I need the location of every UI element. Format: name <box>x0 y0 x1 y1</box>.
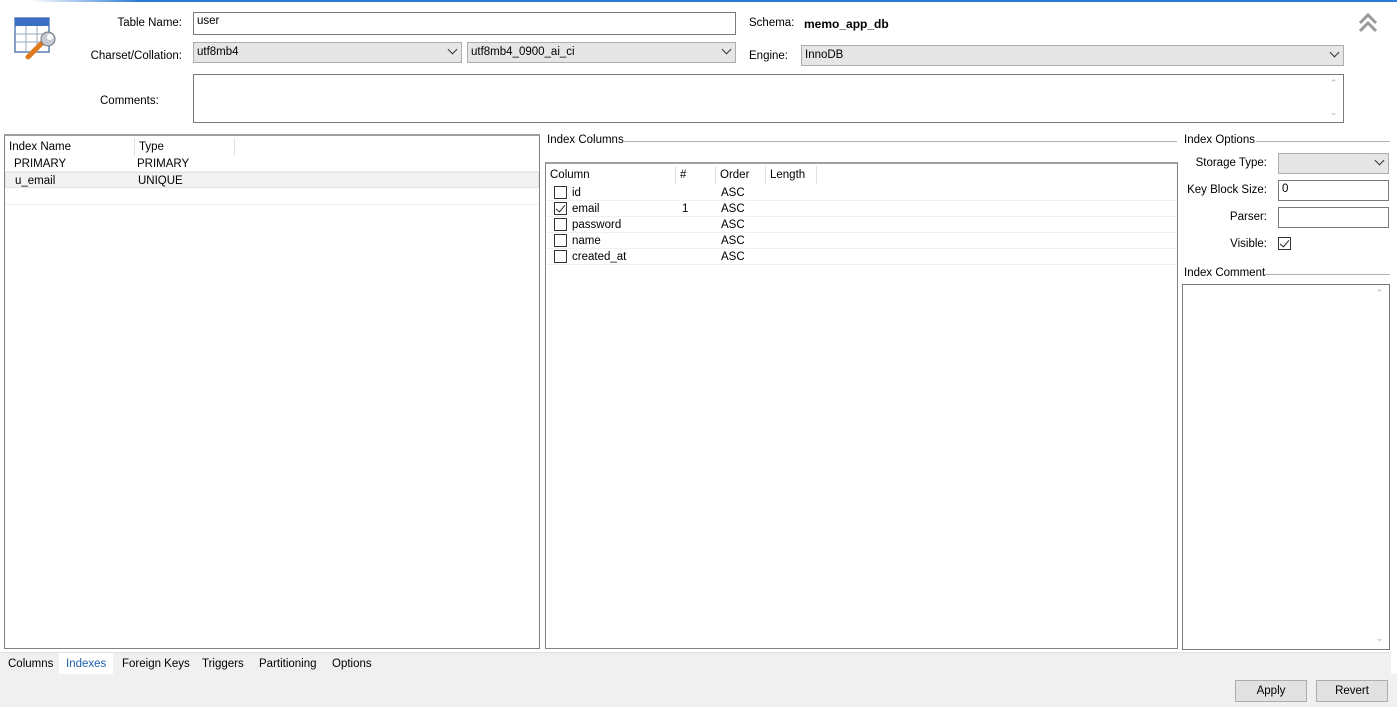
index-type-cell: UNIQUE <box>138 175 183 187</box>
tab-columns[interactable]: Columns <box>1 653 60 675</box>
charset-select[interactable]: utf8mb4 <box>193 42 462 63</box>
index-list-panel: Index Name Type PRIMARY PRIMARY u_email … <box>4 134 540 649</box>
visible-label: Visible: <box>1230 238 1267 250</box>
index-options-title: Index Options <box>1184 134 1259 146</box>
top-accent-line <box>0 0 1397 2</box>
bottom-bar <box>0 674 1397 707</box>
group-divider <box>1256 141 1390 142</box>
tab-triggers[interactable]: Triggers <box>195 653 251 675</box>
parser-label: Parser: <box>1229 211 1267 223</box>
column-name: id <box>572 187 581 199</box>
column-order[interactable]: ASC <box>721 217 745 233</box>
scroll-down-icon[interactable]: ⌄ <box>1375 634 1384 643</box>
column-checkbox[interactable] <box>554 218 567 231</box>
comments-label: Comments: <box>100 95 159 107</box>
tab-indexes[interactable]: Indexes <box>59 653 114 675</box>
scroll-up-icon[interactable]: ⌃ <box>1329 79 1338 88</box>
index-name-cell: PRIMARY <box>14 158 67 170</box>
column-order[interactable]: ASC <box>721 233 745 249</box>
index-comment-title: Index Comment <box>1184 267 1270 279</box>
scroll-down-icon[interactable]: ⌄ <box>1329 108 1338 117</box>
column-order[interactable]: ASC <box>721 201 745 217</box>
index-row-empty[interactable] <box>5 189 539 205</box>
editor-tab-bar: Columns Indexes Foreign Keys Triggers Pa… <box>0 652 1391 675</box>
column-order[interactable]: ASC <box>721 249 745 265</box>
revert-button[interactable]: Revert <box>1316 680 1388 702</box>
index-type-cell: PRIMARY <box>137 158 190 170</box>
index-column-row[interactable]: password ASC <box>546 217 1177 233</box>
column-checkbox[interactable] <box>554 202 567 215</box>
storage-type-select[interactable] <box>1278 153 1389 174</box>
collapse-icon[interactable] <box>1357 12 1379 34</box>
index-column-row[interactable]: email 1 ASC <box>546 201 1177 217</box>
table-name-input[interactable]: user <box>193 12 736 35</box>
index-column-row[interactable]: name ASC <box>546 233 1177 249</box>
column-header[interactable]: Column <box>546 166 676 184</box>
index-column-row[interactable]: created_at ASC <box>546 249 1177 265</box>
column-name: password <box>572 219 622 231</box>
visible-checkbox[interactable] <box>1278 237 1291 250</box>
comments-textarea[interactable] <box>193 74 1344 123</box>
tab-partitioning[interactable]: Partitioning <box>252 653 324 675</box>
chevron-down-icon <box>1329 47 1340 58</box>
engine-select[interactable]: InnoDB <box>801 45 1344 66</box>
column-name: name <box>572 235 601 247</box>
column-checkbox[interactable] <box>554 234 567 247</box>
order-header[interactable]: Order <box>716 166 766 184</box>
order-num-header[interactable]: # <box>676 166 716 184</box>
schema-value: memo_app_db <box>804 17 889 31</box>
charset-label: Charset/Collation: <box>90 50 182 62</box>
group-divider <box>623 141 1177 142</box>
index-row[interactable]: PRIMARY PRIMARY <box>5 156 539 172</box>
index-name-cell: u_email <box>15 175 56 187</box>
engine-value: InnoDB <box>805 49 844 61</box>
parser-input[interactable] <box>1278 207 1389 228</box>
column-order-num: 1 <box>682 203 689 215</box>
column-name: created_at <box>572 251 627 263</box>
tab-foreign-keys[interactable]: Foreign Keys <box>115 653 197 675</box>
collation-select[interactable]: utf8mb4_0900_ai_ci <box>467 42 736 63</box>
group-divider <box>1264 274 1390 275</box>
engine-label: Engine: <box>749 50 789 62</box>
key-block-size-input[interactable]: 0 <box>1278 180 1389 201</box>
index-column-row[interactable]: id ASC <box>546 185 1177 201</box>
key-block-size-label: Key Block Size: <box>1187 184 1267 196</box>
table-name-label: Table Name: <box>117 17 182 29</box>
index-columns-title: Index Columns <box>547 134 628 146</box>
index-columns-panel: Column # Order Length id ASC email 1 ASC… <box>545 162 1178 649</box>
column-checkbox[interactable] <box>554 250 567 263</box>
index-name-header[interactable]: Index Name <box>5 138 135 156</box>
charset-value: utf8mb4 <box>197 46 239 58</box>
storage-type-label: Storage Type: <box>1195 157 1267 169</box>
table-edit-icon <box>14 17 58 61</box>
apply-button[interactable]: Apply <box>1235 680 1307 702</box>
column-name: email <box>572 203 600 215</box>
tab-options[interactable]: Options <box>325 653 379 675</box>
index-type-header[interactable]: Type <box>135 138 235 156</box>
index-row[interactable]: u_email UNIQUE <box>5 172 539 188</box>
schema-label: Schema: <box>749 17 795 29</box>
column-order[interactable]: ASC <box>721 185 745 201</box>
index-comment-textarea[interactable] <box>1182 284 1390 650</box>
collation-value: utf8mb4_0900_ai_ci <box>471 46 575 58</box>
scroll-up-icon[interactable]: ⌃ <box>1375 289 1384 298</box>
chevron-down-icon <box>1374 155 1385 166</box>
length-header[interactable]: Length <box>766 166 817 184</box>
chevron-down-icon <box>721 44 732 55</box>
chevron-down-icon <box>447 44 458 55</box>
column-checkbox[interactable] <box>554 186 567 199</box>
